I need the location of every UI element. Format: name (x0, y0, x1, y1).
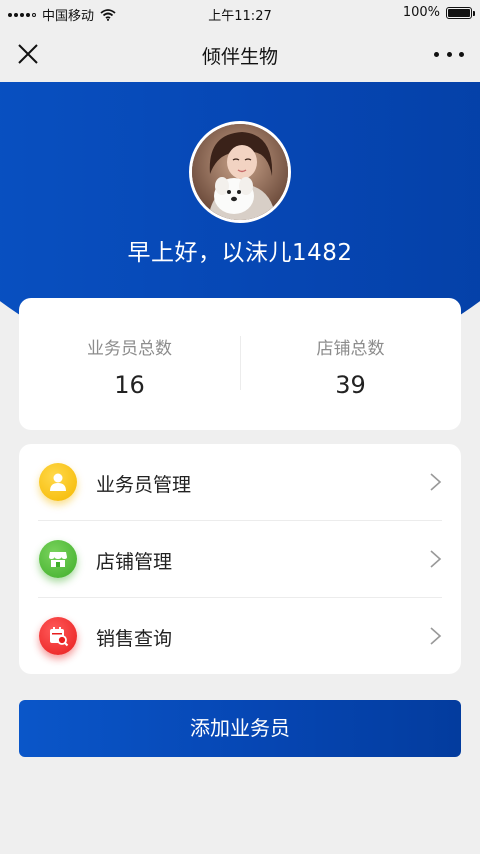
chevron-right-icon (430, 627, 442, 645)
menu-item-label: 业务员管理 (96, 474, 192, 496)
stat-label: 店铺总数 (316, 339, 385, 359)
page-title: 倾伴生物 (201, 46, 278, 68)
menu-item-salesperson-management[interactable]: 业务员管理 (19, 444, 461, 520)
user-icon (39, 463, 77, 501)
menu-card: 业务员管理 店铺管理 销售查询 (19, 444, 461, 674)
menu-item-label: 销售查询 (96, 628, 173, 650)
battery-icon (446, 6, 475, 19)
store-icon (39, 540, 77, 578)
status-right: 100% (402, 5, 475, 20)
avatar[interactable] (189, 121, 291, 223)
status-bar: 中国移动 上午11:27 100% (0, 0, 480, 26)
more-icon[interactable] (434, 44, 464, 64)
stats-card: 业务员总数 16 店铺总数 39 (19, 298, 461, 430)
menu-item-label: 店铺管理 (96, 551, 173, 573)
menu-item-store-management[interactable]: 店铺管理 (19, 521, 461, 597)
stat-salesperson-count[interactable]: 业务员总数 16 (19, 298, 240, 430)
menu-item-sales-query[interactable]: 销售查询 (19, 598, 461, 674)
avatar-photo (192, 124, 288, 220)
stat-store-count[interactable]: 店铺总数 39 (240, 298, 461, 430)
add-salesperson-button[interactable]: 添加业务员 (19, 700, 461, 757)
chevron-right-icon (430, 473, 442, 491)
chevron-right-icon (430, 550, 442, 568)
calendar-search-icon (39, 617, 77, 655)
stat-value: 16 (114, 371, 145, 399)
stat-value: 39 (335, 371, 366, 399)
nav-bar: 倾伴生物 (0, 26, 480, 82)
greeting-text: 早上好，以沫儿1482 (127, 240, 353, 266)
battery-percent: 100% (402, 5, 440, 20)
stat-label: 业务员总数 (87, 339, 172, 359)
